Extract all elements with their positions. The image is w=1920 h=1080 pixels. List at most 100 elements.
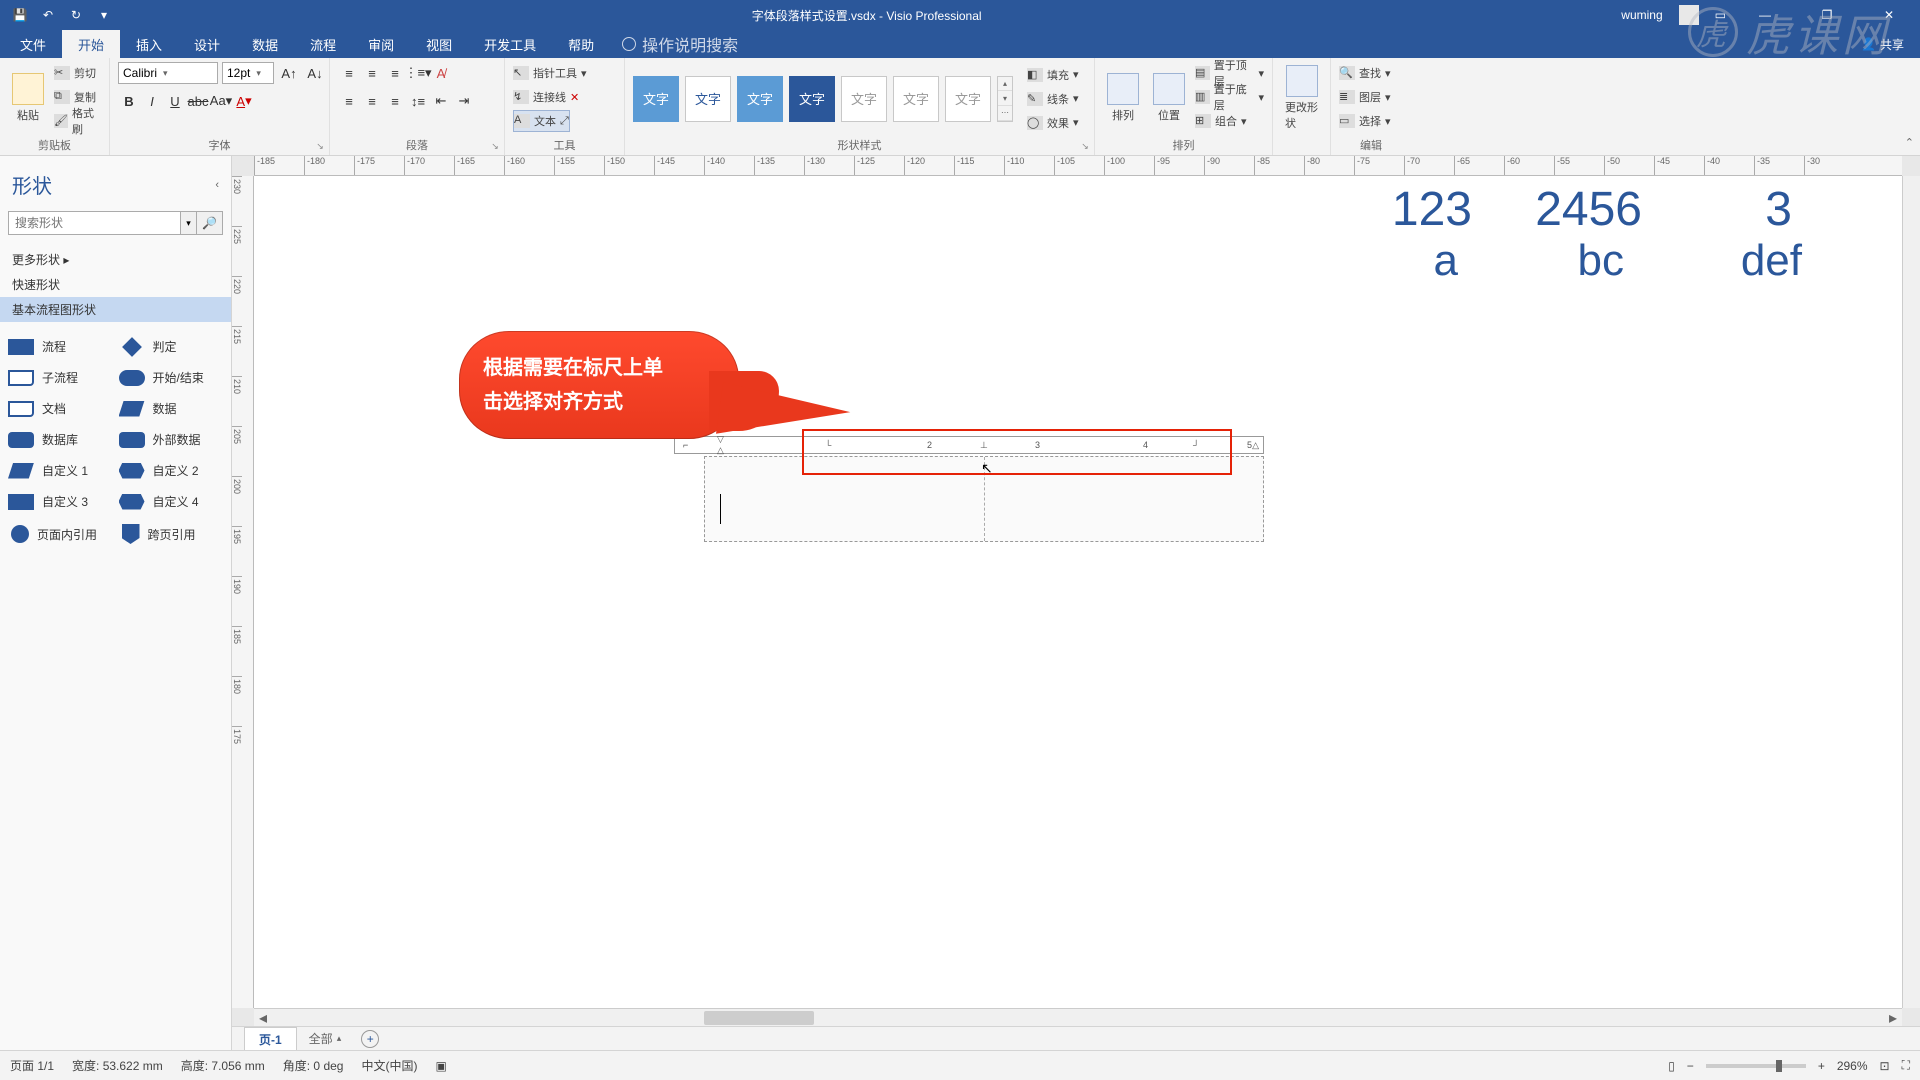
shape-custom1[interactable]: 自定义 1 <box>8 462 113 479</box>
position-button[interactable]: 位置 <box>1149 62 1189 134</box>
tab-help[interactable]: 帮助 <box>552 30 610 58</box>
style-item[interactable]: 文字 <box>789 76 835 122</box>
strike-button[interactable]: abc <box>187 90 209 112</box>
user-avatar[interactable] <box>1679 5 1699 25</box>
style-item[interactable]: 文字 <box>841 76 887 122</box>
effects-button[interactable]: ◯效果▾ <box>1027 112 1079 134</box>
align-left-button[interactable]: ≡ <box>338 90 360 112</box>
qat-customize-icon[interactable]: ▾ <box>96 7 112 23</box>
scroll-right-icon[interactable]: ▸ <box>1884 1008 1902 1028</box>
search-dropdown[interactable]: ▾ <box>181 211 197 235</box>
cut-button[interactable]: ✂剪切 <box>54 62 101 84</box>
pointer-tool-button[interactable]: ↖指针工具▾ <box>513 62 587 84</box>
italic-button[interactable]: I <box>141 90 163 112</box>
paste-button[interactable]: 粘贴 <box>8 62 48 134</box>
format-painter-button[interactable]: 🖌格式刷 <box>54 110 101 132</box>
qat-undo-icon[interactable]: ↶ <box>40 7 56 23</box>
presentation-mode-icon[interactable]: ▯ <box>1668 1059 1675 1073</box>
bold-button[interactable]: B <box>118 90 140 112</box>
align-center-button[interactable]: ≡ <box>361 90 383 112</box>
find-button[interactable]: 🔍查找▾ <box>1339 62 1391 84</box>
shape-subprocess[interactable]: 子流程 <box>8 369 113 386</box>
basic-flowchart-category[interactable]: 基本流程图形状 <box>0 297 231 322</box>
tab-file[interactable]: 文件 <box>4 30 62 58</box>
macro-record-icon[interactable]: ▣ <box>435 1059 446 1073</box>
status-language[interactable]: 中文(中国) <box>361 1057 417 1074</box>
collapse-ribbon-button[interactable]: ⌃ <box>1905 136 1914 149</box>
window-restore-button[interactable]: ❐ <box>1804 0 1850 30</box>
tab-review[interactable]: 审阅 <box>352 30 410 58</box>
zoom-value[interactable]: 296% <box>1837 1059 1868 1073</box>
zoom-in-button[interactable]: + <box>1818 1059 1825 1073</box>
window-minimize-button[interactable]: — <box>1742 0 1788 30</box>
shape-offpage-ref[interactable]: 跨页引用 <box>119 524 224 544</box>
style-item[interactable]: 文字 <box>737 76 783 122</box>
page-tab-1[interactable]: 页-1 <box>244 1027 297 1051</box>
shape-document[interactable]: 文档 <box>8 400 113 417</box>
ribbon-display-icon[interactable]: ▭ <box>1715 8 1726 22</box>
shape-database[interactable]: 数据库 <box>8 431 113 448</box>
gallery-scroll[interactable]: ▴▾⋯ <box>997 76 1013 122</box>
shape-custom3[interactable]: 自定义 3 <box>8 493 113 510</box>
fill-button[interactable]: ◧填充▾ <box>1027 64 1079 86</box>
tab-process[interactable]: 流程 <box>294 30 352 58</box>
tell-me-search[interactable]: 操作说明搜索 <box>610 30 738 58</box>
horizontal-scrollbar[interactable]: ◂ ▸ <box>254 1008 1902 1026</box>
shape-process[interactable]: 流程 <box>8 338 113 355</box>
font-face-combo[interactable]: Calibri▾ <box>118 62 218 84</box>
indent-inc-button[interactable]: ⇥ <box>453 90 475 112</box>
page-tab-all[interactable]: 全部▴ <box>299 1027 352 1050</box>
more-shapes-link[interactable]: 更多形状 ▸ <box>0 247 231 272</box>
clear-format-button[interactable]: A̸ <box>430 62 452 84</box>
style-item[interactable]: 文字 <box>893 76 939 122</box>
shape-external-data[interactable]: 外部数据 <box>119 431 224 448</box>
quick-shapes-link[interactable]: 快速形状 <box>0 272 231 297</box>
case-button[interactable]: Aa▾ <box>210 90 232 112</box>
shapes-search-input[interactable] <box>8 211 181 235</box>
underline-button[interactable]: U <box>164 90 186 112</box>
group-button[interactable]: ⊞组合▾ <box>1195 110 1264 132</box>
shape-custom4[interactable]: 自定义 4 <box>119 493 224 510</box>
tab-insert[interactable]: 插入 <box>120 30 178 58</box>
bullets-button[interactable]: ⋮≡▾ <box>407 62 429 84</box>
text-tool-button[interactable]: A文本⤢ <box>513 110 570 132</box>
indent-dec-button[interactable]: ⇤ <box>430 90 452 112</box>
tab-devtools[interactable]: 开发工具 <box>468 30 552 58</box>
tab-view[interactable]: 视图 <box>410 30 468 58</box>
shape-custom2[interactable]: 自定义 2 <box>119 462 224 479</box>
scroll-left-icon[interactable]: ◂ <box>254 1008 272 1028</box>
font-size-combo[interactable]: 12pt▾ <box>222 62 274 84</box>
shapes-search-button[interactable]: 🔎 <box>197 211 223 235</box>
select-button[interactable]: ▭选择▾ <box>1339 110 1391 132</box>
vertical-ruler[interactable]: 230225220215210205200195190185180175 <box>232 176 254 1008</box>
align-right-button[interactable]: ≡ <box>384 90 406 112</box>
font-dialog-launcher[interactable]: ↘ <box>313 139 327 153</box>
style-item[interactable]: 文字 <box>633 76 679 122</box>
zoom-slider[interactable] <box>1706 1064 1806 1068</box>
shape-style-gallery[interactable]: 文字 文字 文字 文字 文字 文字 文字 ▴▾⋯ <box>633 69 1013 129</box>
horizontal-ruler[interactable]: -185-180-175-170-165-160-155-150-145-140… <box>254 156 1902 176</box>
connector-tool-button[interactable]: ↯连接线✕ <box>513 86 579 108</box>
add-page-button[interactable]: + <box>361 1030 379 1048</box>
line-button[interactable]: ✎线条▾ <box>1027 88 1079 110</box>
layers-button[interactable]: ≣图层▾ <box>1339 86 1391 108</box>
scroll-thumb[interactable] <box>704 1011 814 1025</box>
shape-data[interactable]: 数据 <box>119 400 224 417</box>
window-close-button[interactable]: ✕ <box>1866 0 1912 30</box>
send-back-button[interactable]: ▥置于底层▾ <box>1195 86 1264 108</box>
styles-dialog-launcher[interactable]: ↘ <box>1078 139 1092 153</box>
shrink-font-button[interactable]: A↓ <box>304 62 326 84</box>
align-button[interactable]: 排列 <box>1103 62 1143 134</box>
share-button[interactable]: 👤 共享 <box>1861 30 1920 58</box>
align-top-button[interactable]: ≡ <box>338 62 360 84</box>
tab-home[interactable]: 开始 <box>62 30 120 58</box>
zoom-out-button[interactable]: − <box>1687 1059 1694 1073</box>
line-spacing-button[interactable]: ↕≡ <box>407 90 429 112</box>
tab-design[interactable]: 设计 <box>178 30 236 58</box>
user-name[interactable]: wuming <box>1621 8 1662 22</box>
fullscreen-button[interactable]: ⛶ <box>1902 1058 1910 1073</box>
qat-redo-icon[interactable]: ↻ <box>68 7 84 23</box>
fit-page-button[interactable]: ⊡ <box>1880 1059 1890 1073</box>
tab-data[interactable]: 数据 <box>236 30 294 58</box>
font-color-button[interactable]: A▾ <box>233 90 255 112</box>
